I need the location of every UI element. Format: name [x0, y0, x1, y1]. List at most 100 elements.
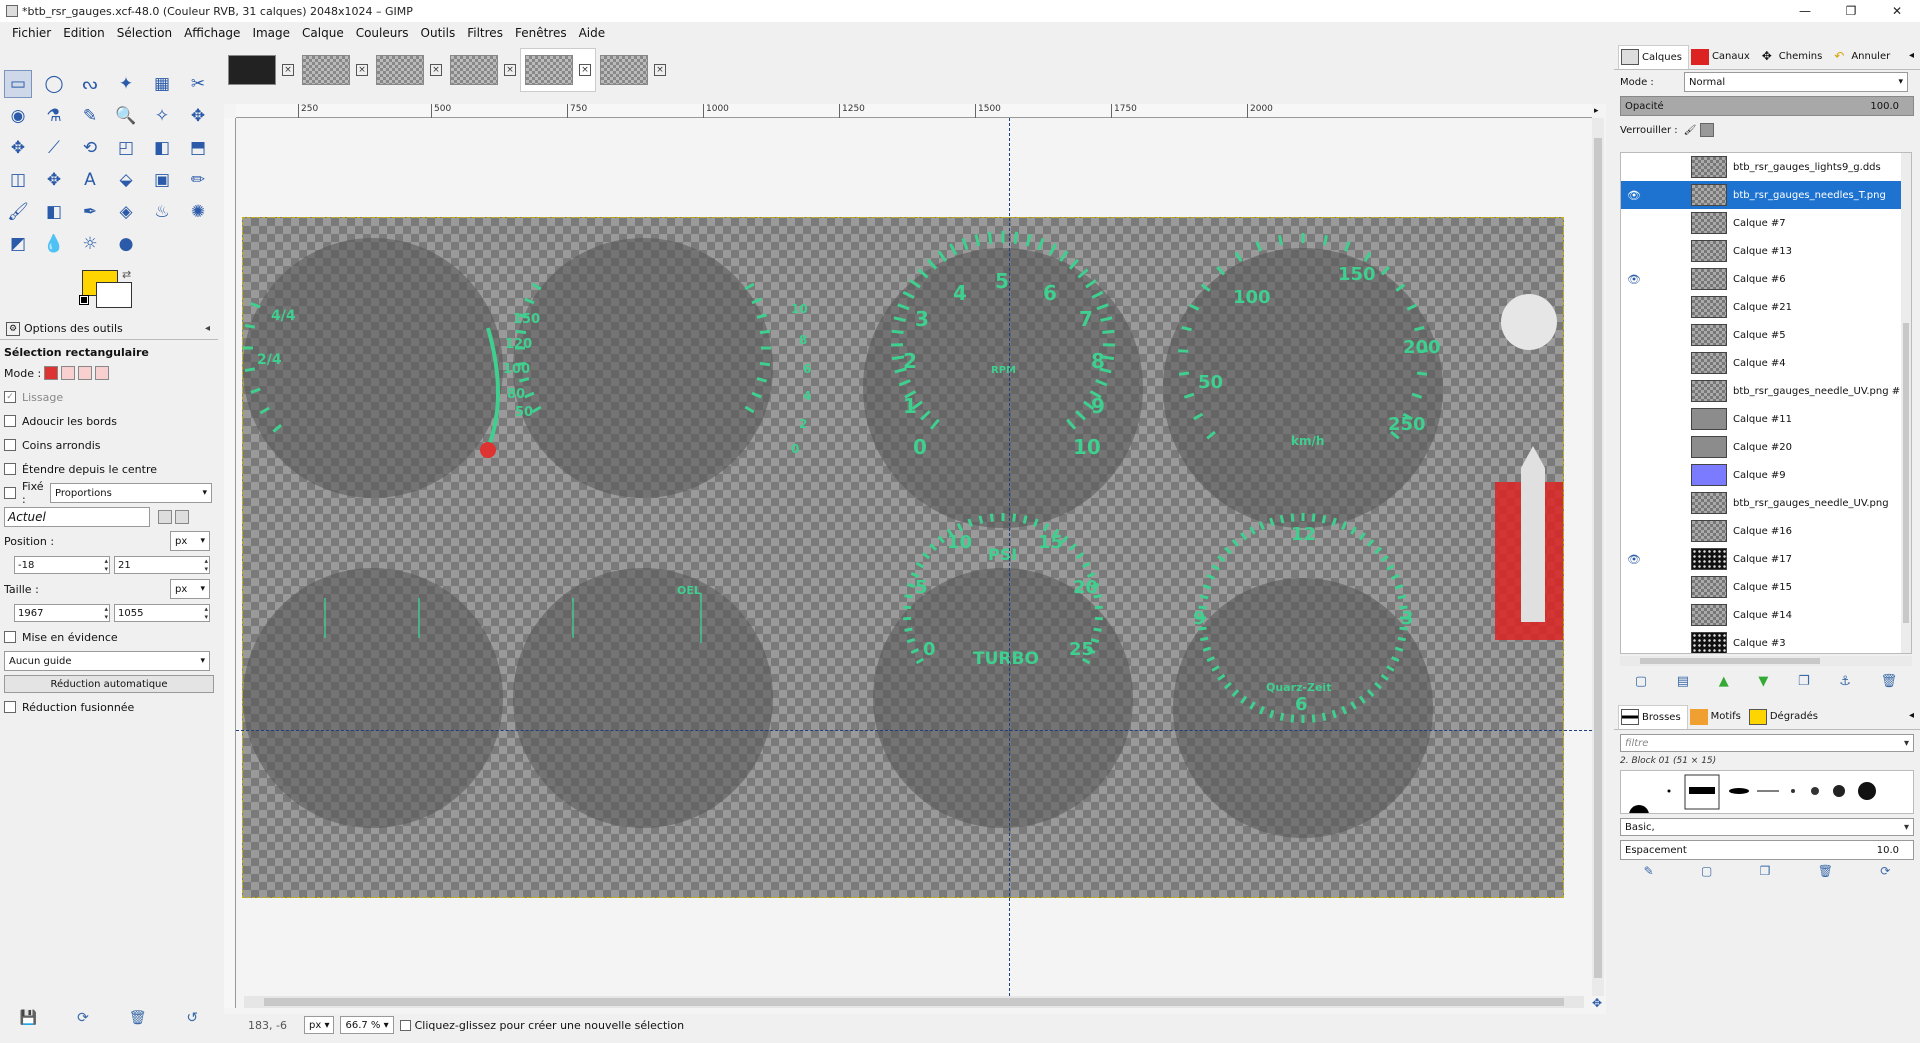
minimize-icon[interactable]: — — [1782, 0, 1828, 22]
guide-combo[interactable]: Aucun guide ▾ — [4, 651, 210, 671]
lock-alpha-icon[interactable] — [1700, 123, 1715, 137]
restore-options-icon[interactable]: ⟳ — [77, 1010, 89, 1026]
close-icon[interactable]: × — [356, 64, 368, 76]
dock-menu-icon[interactable]: ◂ — [1909, 50, 1914, 61]
menu-fichier[interactable]: Fichier — [6, 26, 57, 40]
spin-icon[interactable]: ▴ ▾ — [104, 605, 108, 621]
eye-icon[interactable]: 👁 — [1621, 553, 1647, 566]
layer-row[interactable]: Calque #4 — [1621, 349, 1911, 377]
duplicate-brush-icon[interactable]: ❐ — [1760, 864, 1771, 878]
new-brush-icon[interactable]: ▢ — [1701, 864, 1712, 878]
opacity-slider[interactable]: Opacité 100.0 — [1620, 96, 1914, 116]
lock-pixels-icon[interactable]: 🖌 — [1684, 125, 1697, 136]
mode-intersect-icon[interactable] — [95, 366, 110, 380]
tool-icon-11[interactable]: ✥ — [184, 102, 212, 130]
dock-menu-icon[interactable]: ◂ — [1909, 710, 1914, 721]
brush-round-medium[interactable] — [1811, 787, 1819, 795]
tool-icon-27[interactable]: ◈ — [112, 198, 140, 226]
delete-options-icon[interactable]: 🗑 — [129, 1010, 147, 1026]
position-y-field[interactable]: 21 ▴ ▾ — [114, 556, 210, 574]
tool-icon-6[interactable]: ◉ — [4, 102, 32, 130]
feather-checkbox[interactable] — [4, 415, 16, 427]
tab-canaux[interactable]: Canaux — [1689, 45, 1756, 69]
layer-row[interactable]: Calque #20 — [1621, 433, 1911, 461]
menu-edition[interactable]: Edition — [57, 26, 111, 40]
layer-row[interactable]: Calque #3 — [1621, 629, 1911, 653]
save-options-icon[interactable]: 💾 — [20, 1010, 37, 1026]
scroll-thumb[interactable] — [1903, 323, 1909, 623]
tool-icon-32[interactable]: ☼ — [76, 230, 104, 258]
size-w-field[interactable]: 1967 ▴ ▾ — [14, 604, 110, 622]
dock-menu-icon[interactable]: ◂ — [205, 323, 210, 334]
close-icon[interactable]: × — [504, 64, 516, 76]
menu-aide[interactable]: Aide — [573, 26, 612, 40]
menu-couleurs[interactable]: Couleurs — [350, 26, 415, 40]
brush-block[interactable] — [1689, 787, 1715, 794]
brush-round-hard[interactable] — [1629, 805, 1649, 825]
layer-row[interactable]: Calque #21 — [1621, 293, 1911, 321]
tool-icon-15[interactable]: ◰ — [112, 134, 140, 162]
layers-hscrollbar[interactable] — [1620, 656, 1912, 666]
tab-annuler[interactable]: ↶ Annuler — [1828, 45, 1896, 69]
unit-combo[interactable]: px ▾ — [304, 1016, 335, 1034]
layer-row[interactable]: Calque #14 — [1621, 601, 1911, 629]
tab-brosses[interactable]: Brosses — [1618, 704, 1688, 729]
expand-checkbox[interactable] — [4, 463, 16, 475]
reset-colors-icon[interactable] — [79, 295, 89, 305]
tool-icon-19[interactable]: ✥ — [40, 166, 68, 194]
lower-layer-icon[interactable]: ▼ — [1758, 674, 1768, 689]
tool-icon-21[interactable]: ⬙ — [112, 166, 140, 194]
layer-row[interactable]: Calque #5 — [1621, 321, 1911, 349]
tab-degrades[interactable]: Dégradés — [1747, 705, 1824, 729]
new-group-icon[interactable]: ▤ — [1677, 674, 1689, 689]
tool-icon-22[interactable]: ▣ — [148, 166, 176, 194]
tool-icon-18[interactable]: ◫ — [4, 166, 32, 194]
spacing-slider[interactable]: Espacement 10.0 — [1620, 840, 1914, 860]
size-h-field[interactable]: 1055 ▴ ▾ — [114, 604, 210, 622]
layer-row[interactable]: Calque #16 — [1621, 517, 1911, 545]
layer-row[interactable]: 👁 Calque #17 — [1621, 545, 1911, 573]
merged-checkbox[interactable] — [4, 701, 16, 713]
tool-icon-10[interactable]: ✧ — [148, 102, 176, 130]
vertical-guide[interactable] — [1009, 118, 1010, 996]
auto-shrink-button[interactable]: Réduction automatique — [4, 675, 214, 693]
reset-options-icon[interactable]: ↺ — [186, 1010, 198, 1026]
image-tab[interactable]: × — [224, 48, 298, 92]
tool-icon-4[interactable]: ▦ — [148, 70, 176, 98]
brush-ellipse[interactable] — [1729, 788, 1749, 794]
highlight-checkbox[interactable] — [4, 631, 16, 643]
layer-row[interactable]: 👁 Calque #6 — [1621, 265, 1911, 293]
anchor-layer-icon[interactable]: ⚓ — [1839, 674, 1851, 689]
layer-row[interactable]: Calque #9 — [1621, 461, 1911, 489]
tool-icon-24[interactable]: 🖌 — [4, 198, 32, 226]
tool-icon-30[interactable]: ◩ — [4, 230, 32, 258]
close-icon[interactable]: × — [282, 64, 294, 76]
tool-icon-16[interactable]: ◧ — [148, 134, 176, 162]
position-x-field[interactable]: -18 ▴ ▾ — [14, 556, 110, 574]
scroll-thumb[interactable] — [1594, 138, 1602, 978]
brush-round-small[interactable] — [1791, 789, 1795, 793]
close-icon[interactable]: ✕ — [1874, 0, 1920, 22]
tool-icon-17[interactable]: ⬒ — [184, 134, 212, 162]
mode-replace-icon[interactable] — [44, 366, 59, 380]
position-unit-combo[interactable]: px ▾ — [170, 531, 210, 551]
close-icon[interactable]: × — [654, 64, 666, 76]
layer-row[interactable]: Calque #15 — [1621, 573, 1911, 601]
image-tab[interactable]: × — [298, 48, 372, 92]
brush-dot[interactable] — [1667, 789, 1671, 793]
tool-icon-5[interactable]: ✂ — [184, 70, 212, 98]
spin-icon[interactable]: ▴ ▾ — [204, 557, 208, 573]
rounded-checkbox[interactable] — [4, 439, 16, 451]
layer-row[interactable]: Calque #11 — [1621, 405, 1911, 433]
tab-motifs[interactable]: Motifs — [1688, 705, 1747, 729]
current-field[interactable]: Actuel — [4, 507, 150, 527]
refresh-brushes-icon[interactable]: ⟳ — [1880, 864, 1890, 878]
tool-icon-28[interactable]: ♨ — [148, 198, 176, 226]
brush-round-xlarge[interactable] — [1858, 782, 1876, 800]
tool-icon-2[interactable]: ᔓ — [76, 70, 104, 98]
menu-selection[interactable]: Sélection — [111, 26, 178, 40]
tool-icon-31[interactable]: 💧 — [40, 230, 68, 258]
eye-icon[interactable]: 👁 — [1621, 273, 1647, 286]
spin-icon[interactable]: ▴ ▾ — [204, 605, 208, 621]
background-color-swatch[interactable] — [96, 282, 132, 308]
